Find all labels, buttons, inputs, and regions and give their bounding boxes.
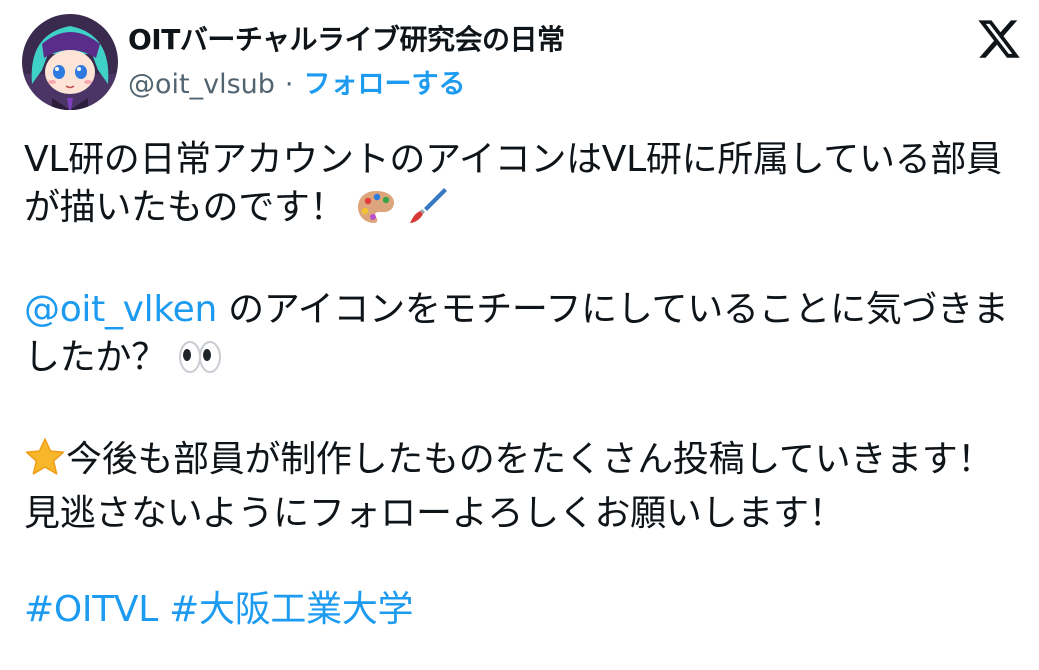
display-name[interactable]: OITバーチャルライブ研究会の日常 [128, 20, 565, 60]
follow-button[interactable]: フォローする [304, 66, 466, 104]
paragraph-2: @oit_vlken のアイコンをモチーフにしていることに気づきましたか？ [24, 286, 1024, 388]
paintbrush-emoji-icon [408, 185, 448, 238]
hashtag-link[interactable]: #OITVL [24, 589, 158, 630]
paragraph-3: 今後も部員が制作したものをたくさん投稿していきます！見逃さないようにフォローよろ… [24, 436, 1024, 538]
mention-link[interactable]: @oit_vlken [24, 289, 217, 330]
x-logo-icon[interactable] [976, 16, 1022, 62]
anime-character-avatar-icon [22, 14, 118, 110]
tweet-header: OITバーチャルライブ研究会の日常 @oit_vlsub · フォローする [128, 20, 565, 104]
handle-line: @oit_vlsub · フォローする [128, 66, 565, 104]
profile-avatar[interactable] [22, 14, 118, 110]
hashtags: #OITVL #大阪工業大学 [24, 586, 1024, 634]
star-emoji-icon [24, 437, 66, 490]
separator-dot: · [284, 69, 294, 100]
paragraph-1-text: VL研の日常アカウントのアイコンはVL研に所属している部員が描いたものです！ [24, 139, 1002, 228]
eyes-emoji-icon [178, 339, 222, 388]
hashtag-link[interactable]: #大阪工業大学 [169, 589, 413, 630]
paragraph-3-text: 今後も部員が制作したものをたくさん投稿していきます！見逃さないようにフォローよろ… [24, 439, 994, 534]
user-handle[interactable]: @oit_vlsub [128, 66, 275, 104]
tweet-text: VL研の日常アカウントのアイコンはVL研に所属している部員が描いたものです！ @… [24, 136, 1024, 634]
paragraph-1: VL研の日常アカウントのアイコンはVL研に所属している部員が描いたものです！ [24, 136, 1024, 238]
palette-emoji-icon [356, 189, 396, 238]
